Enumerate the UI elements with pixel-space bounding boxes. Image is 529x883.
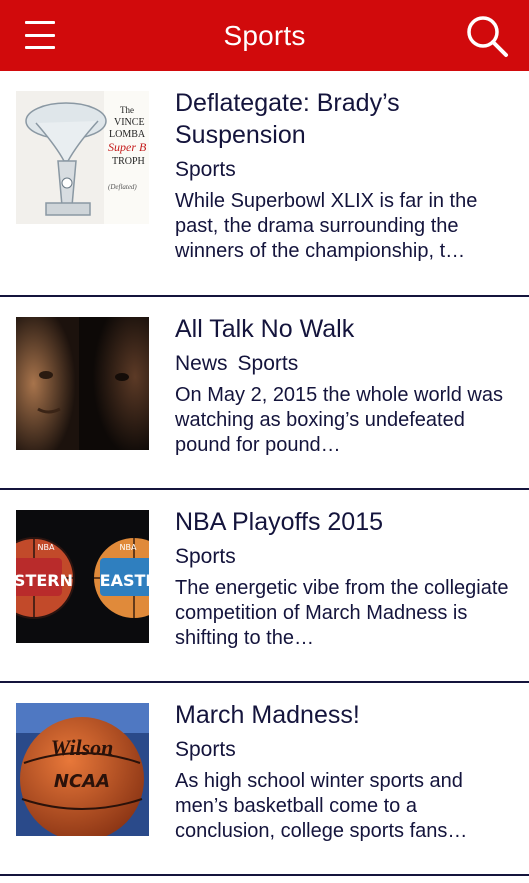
hamburger-menu-icon[interactable] (18, 17, 62, 53)
article-thumbnail: ESTERN EASTE NBA NBA (16, 510, 149, 643)
article-item-all-talk-no-walk[interactable]: All Talk No Walk News Sports On May 2, 20… (0, 297, 529, 490)
article-text: Deflategate: Brady’s Suspension Sports W… (175, 87, 515, 264)
category-tag[interactable]: Sports (175, 545, 236, 568)
article-summary: The energetic vibe from the collegiate c… (175, 577, 509, 649)
svg-text:NBA: NBA (120, 543, 137, 552)
svg-text:LOMBA: LOMBA (109, 129, 146, 140)
page-title: Sports (223, 19, 306, 51)
article-title[interactable]: NBA Playoffs 2015 (175, 506, 515, 538)
article-list: The VINCE LOMBA Super B TROPH (Deflated)… (0, 71, 529, 876)
article-summary: While Superbowl XLIX is far in the past,… (175, 190, 478, 262)
article-thumbnail: The VINCE LOMBA Super B TROPH (Deflated) (16, 91, 149, 224)
article-summary: On May 2, 2015 the whole world was watch… (175, 384, 503, 456)
svg-text:VINCE: VINCE (114, 117, 145, 128)
svg-text:NCAA: NCAA (54, 771, 110, 792)
app-header: Sports (0, 0, 529, 71)
article-item-deflategate[interactable]: The VINCE LOMBA Super B TROPH (Deflated)… (0, 71, 529, 297)
article-title[interactable]: March Madness! (175, 699, 515, 731)
article-text: March Madness! Sports As high school win… (175, 699, 515, 844)
svg-text:NBA: NBA (38, 543, 55, 552)
article-title[interactable]: Deflategate: Brady’s Suspension (175, 87, 515, 151)
article-text: NBA Playoffs 2015 Sports The energetic v… (175, 506, 515, 651)
svg-text:Wilson: Wilson (51, 735, 114, 760)
category-tag[interactable]: Sports (238, 352, 299, 375)
svg-text:(Deflated): (Deflated) (108, 183, 137, 191)
article-categories: News Sports (175, 351, 515, 377)
article-categories: Sports (175, 544, 515, 570)
article-thumbnail (16, 317, 149, 450)
category-tag[interactable]: Sports (175, 158, 236, 181)
category-tag[interactable]: News (175, 352, 228, 375)
category-tag[interactable]: Sports (175, 738, 236, 761)
article-summary: As high school winter sports and men’s b… (175, 770, 468, 842)
article-categories: Sports (175, 737, 515, 763)
article-text: All Talk No Walk News Sports On May 2, 20… (175, 313, 515, 458)
article-thumbnail: Wilson NCAA (16, 703, 149, 836)
search-icon[interactable] (463, 12, 511, 60)
article-item-nba-playoffs[interactable]: ESTERN EASTE NBA NBA NBA Playoffs 2015 S… (0, 490, 529, 683)
svg-text:ESTERN: ESTERN (16, 571, 73, 590)
svg-text:EASTE: EASTE (100, 571, 149, 590)
article-categories: Sports (175, 157, 515, 183)
svg-text:TROPH: TROPH (112, 156, 145, 167)
svg-text:Super B: Super B (108, 140, 147, 154)
article-item-march-madness[interactable]: Wilson NCAA March Madness! Sports As hig… (0, 683, 529, 876)
article-title[interactable]: All Talk No Walk (175, 313, 515, 345)
svg-text:The: The (120, 105, 134, 115)
